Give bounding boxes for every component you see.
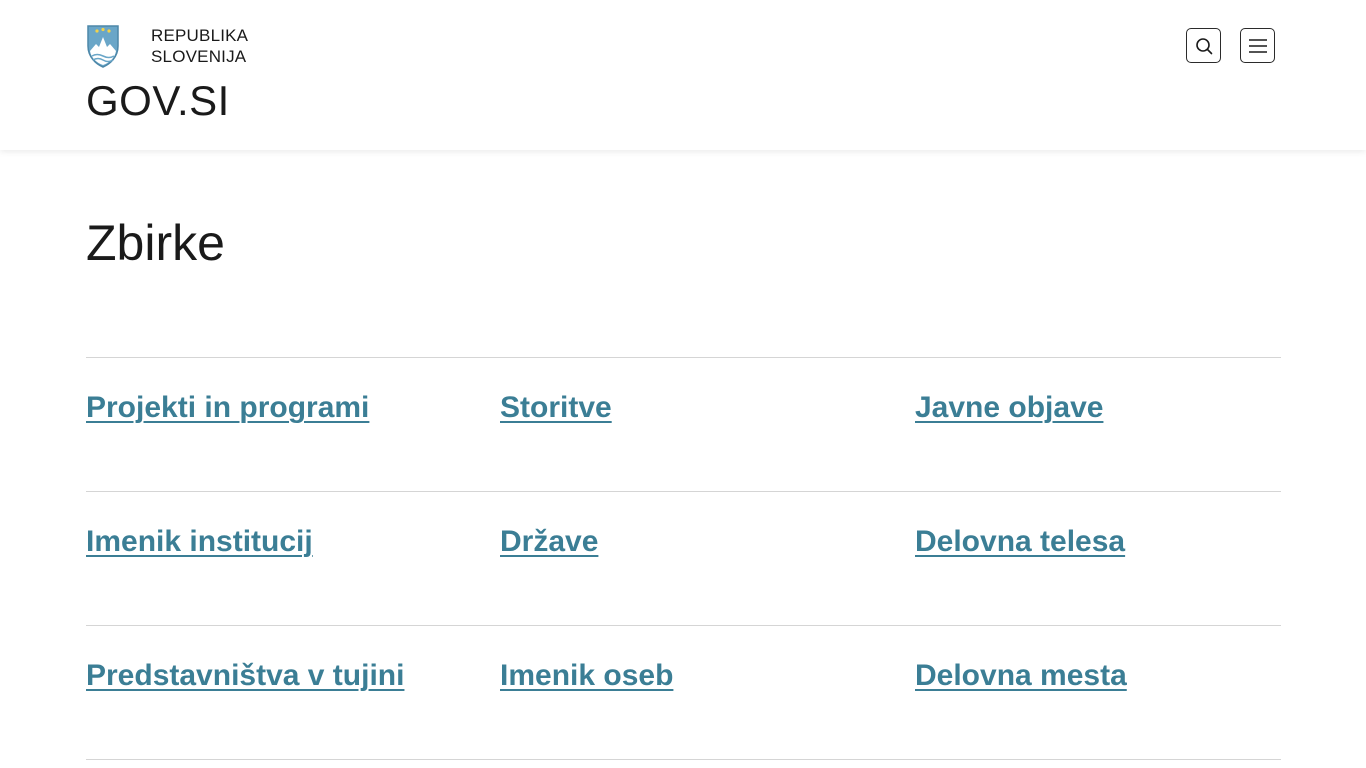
collection-link-delovna-telesa[interactable]: Delovna telesa (915, 525, 1125, 558)
collection-link-imenik-oseb[interactable]: Imenik oseb (500, 659, 673, 692)
search-icon (1195, 37, 1212, 54)
collection-link-projekti[interactable]: Projekti in programi (86, 391, 369, 424)
site-header: REPUBLIKA SLOVENIJA GOV.SI (0, 0, 1366, 150)
hamburger-menu-icon (1248, 38, 1267, 53)
collections-row: Projekti in programi Storitve Javne obja… (86, 357, 1281, 491)
collection-link-imenik-institucij[interactable]: Imenik institucij (86, 525, 313, 558)
republic-name: REPUBLIKA SLOVENIJA (151, 25, 271, 67)
coat-of-arms-icon (87, 25, 119, 68)
collections-row: Predstavništva v tujini Imenik oseb Delo… (86, 625, 1281, 759)
collection-link-storitve[interactable]: Storitve (500, 391, 612, 424)
collection-link-javne-objave[interactable]: Javne objave (915, 391, 1103, 424)
collections-divider (86, 759, 1281, 760)
collections-row: Imenik institucij Države Delovna telesa (86, 491, 1281, 625)
menu-button[interactable] (1240, 28, 1275, 63)
site-title[interactable]: GOV.SI (86, 76, 230, 126)
collections-grid: Projekti in programi Storitve Javne obja… (86, 357, 1281, 760)
collection-link-drzave[interactable]: Države (500, 525, 598, 558)
collection-link-delovna-mesta[interactable]: Delovna mesta (915, 659, 1127, 692)
republic-line-2: SLOVENIJA (151, 47, 247, 66)
republic-line-1: REPUBLIKA (151, 26, 249, 45)
page-title: Zbirke (86, 215, 225, 271)
collection-link-predstavnistva[interactable]: Predstavništva v tujini (86, 659, 404, 692)
search-button[interactable] (1186, 28, 1221, 63)
